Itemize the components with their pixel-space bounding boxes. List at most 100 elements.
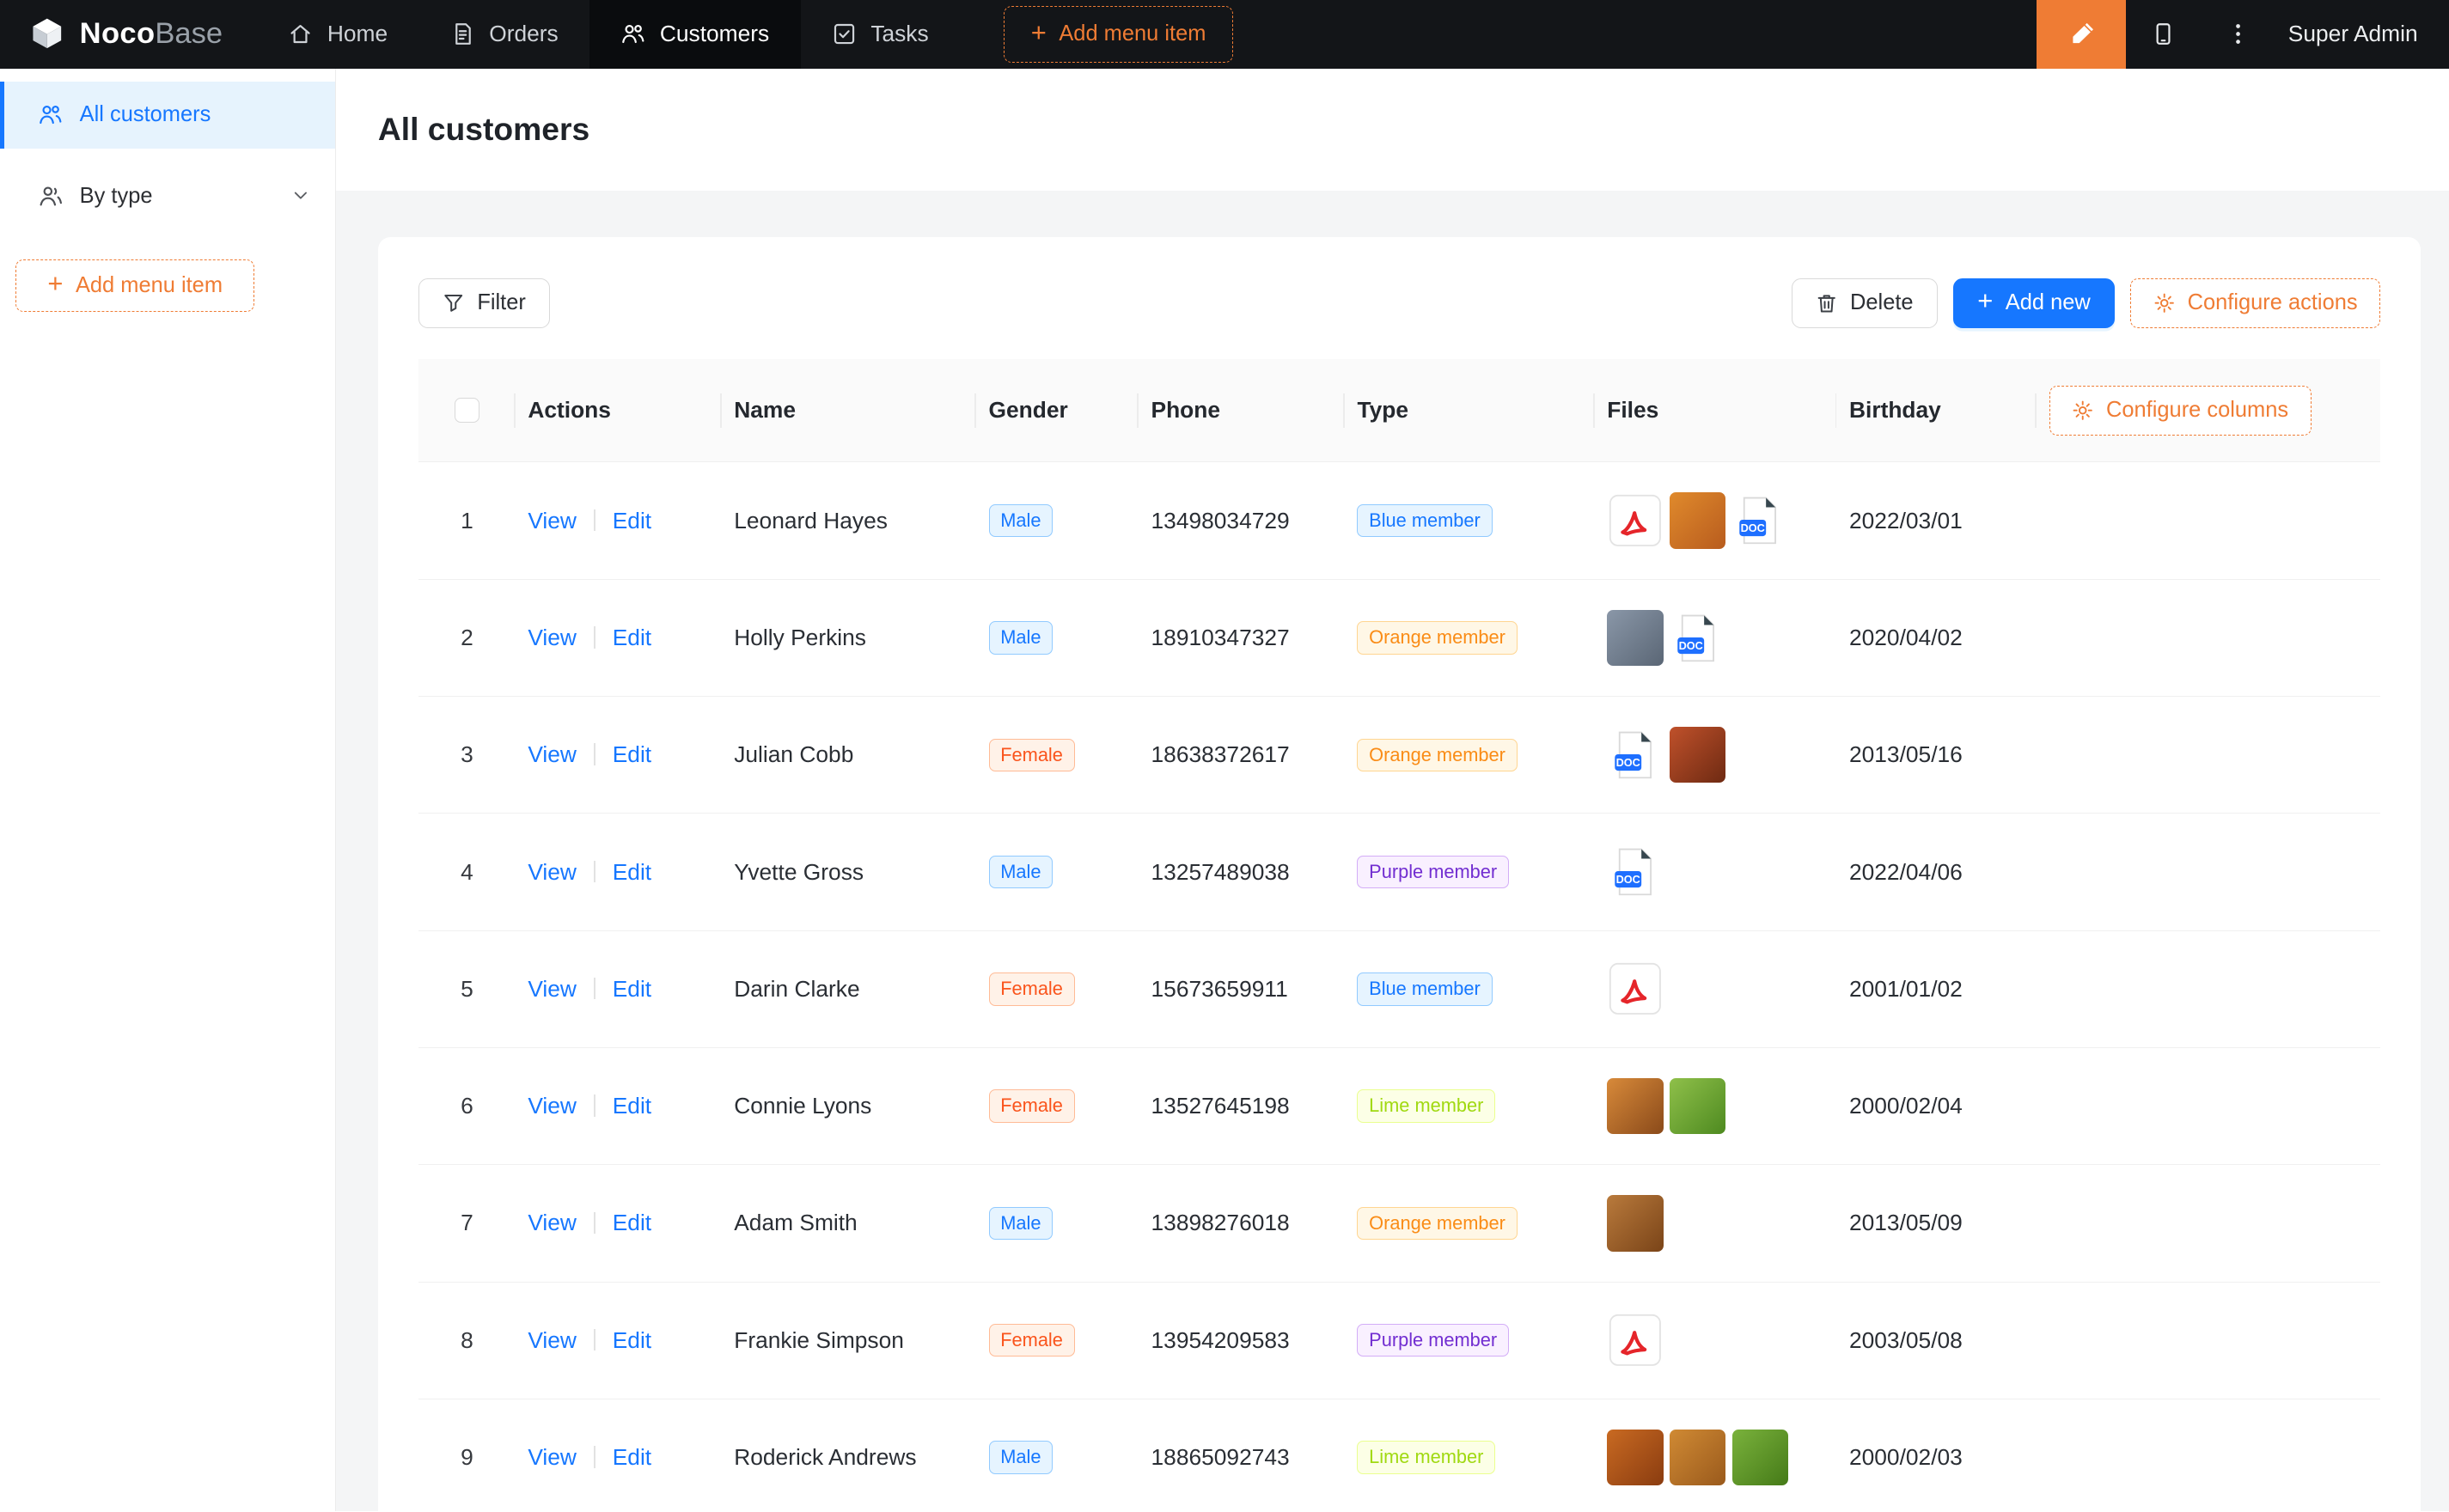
nav-item-home[interactable]: Home	[257, 0, 418, 69]
edit-link[interactable]: Edit	[613, 741, 651, 767]
phone-value: 13257489038	[1151, 859, 1290, 885]
sidebar: All customers By type + Add menu item	[0, 69, 336, 1511]
phone-value: 15673659911	[1151, 976, 1288, 1002]
customer-name: Frankie Simpson	[734, 1327, 904, 1353]
edit-link[interactable]: Edit	[613, 625, 651, 650]
edit-link[interactable]: Edit	[613, 1444, 651, 1470]
phone-value: 13954209583	[1151, 1327, 1290, 1353]
filter-icon	[443, 292, 464, 314]
phone-value: 18865092743	[1151, 1444, 1290, 1470]
gender-tag: Male	[989, 1441, 1053, 1473]
view-link[interactable]: View	[528, 508, 577, 533]
birthday-value: 2022/04/06	[1849, 859, 1963, 885]
table-row: 1 ViewEdit Leonard Hayes Male 1349803472…	[418, 462, 2380, 579]
image-thumbnail[interactable]	[1732, 1430, 1788, 1485]
birthday-value: 2000/02/03	[1849, 1444, 1963, 1470]
svg-text:DOC: DOC	[1678, 639, 1702, 652]
type-tag: Lime member	[1357, 1089, 1495, 1122]
gender-tag: Male	[989, 856, 1053, 888]
edit-link[interactable]: Edit	[613, 1093, 651, 1119]
doc-file-icon[interactable]: DOC	[1607, 727, 1663, 783]
image-thumbnail[interactable]	[1607, 610, 1663, 666]
column-header-type: Type	[1345, 359, 1595, 462]
vertical-ellipsis-icon	[2226, 21, 2251, 46]
select-all-checkbox[interactable]	[455, 398, 479, 423]
table-row: 7 ViewEdit Adam Smith Male 13898276018 O…	[418, 1165, 2380, 1282]
view-link[interactable]: View	[528, 1327, 577, 1353]
nav-item-orders[interactable]: Orders	[418, 0, 589, 69]
trash-icon	[1816, 292, 1837, 314]
add-menu-item-button[interactable]: + Add menu item	[1004, 6, 1233, 62]
orders-icon	[450, 21, 475, 46]
svg-text:DOC: DOC	[1741, 521, 1765, 534]
table-row: 5 ViewEdit Darin Clarke Female 156736599…	[418, 930, 2380, 1047]
edit-link[interactable]: Edit	[613, 859, 651, 885]
delete-button[interactable]: Delete	[1792, 278, 1938, 328]
type-tag: Orange member	[1357, 621, 1517, 654]
view-link[interactable]: View	[528, 859, 577, 885]
table-row: 6 ViewEdit Connie Lyons Female 135276451…	[418, 1048, 2380, 1165]
pdf-file-icon[interactable]	[1607, 961, 1663, 1017]
configure-columns-button[interactable]: Configure columns	[2049, 386, 2312, 436]
view-link[interactable]: View	[528, 976, 577, 1002]
sidebar-add-menu-item-button[interactable]: + Add menu item	[15, 259, 254, 313]
row-index: 9	[461, 1444, 473, 1470]
image-thumbnail[interactable]	[1670, 727, 1725, 783]
edit-link[interactable]: Edit	[613, 1210, 651, 1235]
mobile-preview-button[interactable]	[2126, 0, 2201, 69]
doc-file-icon[interactable]: DOC	[1670, 610, 1725, 666]
page-header: All customers	[336, 69, 2449, 191]
files-cell	[1607, 1078, 1824, 1134]
add-new-button[interactable]: + Add new	[1953, 278, 2115, 328]
phone-value: 13898276018	[1151, 1210, 1290, 1235]
image-thumbnail[interactable]	[1607, 1195, 1663, 1251]
top-navbar: NocoBase Home Orders Customers Tasks +	[0, 0, 2449, 69]
table-body: 1 ViewEdit Leonard Hayes Male 1349803472…	[418, 462, 2380, 1511]
sidebar-item-all-customers[interactable]: All customers	[0, 82, 335, 149]
nocobase-logo[interactable]: NocoBase	[0, 0, 257, 69]
view-link[interactable]: View	[528, 1210, 577, 1235]
action-divider	[594, 1329, 595, 1350]
filter-button[interactable]: Filter	[418, 278, 550, 328]
edit-link[interactable]: Edit	[613, 508, 651, 533]
view-link[interactable]: View	[528, 625, 577, 650]
type-tag: Orange member	[1357, 1207, 1517, 1240]
image-thumbnail[interactable]	[1607, 1430, 1663, 1485]
view-link[interactable]: View	[528, 1444, 577, 1470]
column-header-name: Name	[722, 359, 976, 462]
row-index: 8	[461, 1327, 473, 1353]
nav-item-label: Orders	[489, 21, 559, 47]
view-link[interactable]: View	[528, 1093, 577, 1119]
gender-tag: Female	[989, 972, 1075, 1005]
nav-item-label: Tasks	[870, 21, 928, 47]
row-index: 3	[461, 741, 473, 767]
files-cell: DOC	[1607, 727, 1824, 783]
image-thumbnail[interactable]	[1670, 1078, 1725, 1134]
configure-actions-button[interactable]: Configure actions	[2130, 278, 2380, 328]
tablet-icon	[2151, 21, 2176, 46]
doc-file-icon[interactable]: DOC	[1607, 844, 1663, 899]
image-thumbnail[interactable]	[1670, 1430, 1725, 1485]
ui-editor-button[interactable]	[2037, 0, 2126, 69]
svg-text:DOC: DOC	[1616, 873, 1640, 886]
pdf-file-icon[interactable]	[1607, 492, 1663, 548]
view-link[interactable]: View	[528, 741, 577, 767]
pdf-file-icon[interactable]	[1607, 1313, 1663, 1369]
customer-name: Julian Cobb	[734, 741, 853, 767]
edit-link[interactable]: Edit	[613, 1327, 651, 1353]
gender-tag: Female	[989, 739, 1075, 771]
customers-icon	[620, 21, 645, 46]
sidebar-item-by-type[interactable]: By type	[0, 162, 335, 229]
doc-file-icon[interactable]: DOC	[1732, 492, 1788, 548]
nav-item-tasks[interactable]: Tasks	[801, 0, 960, 69]
image-thumbnail[interactable]	[1607, 1078, 1663, 1134]
plus-icon: +	[1977, 288, 1993, 314]
more-menu-button[interactable]	[2201, 0, 2275, 69]
table-toolbar: Filter Delete + Add new	[418, 278, 2380, 328]
row-index: 6	[461, 1093, 473, 1119]
edit-link[interactable]: Edit	[613, 976, 651, 1002]
gender-tag: Female	[989, 1089, 1075, 1122]
user-menu[interactable]: Super Admin	[2288, 21, 2418, 47]
image-thumbnail[interactable]	[1670, 492, 1725, 548]
nav-item-customers[interactable]: Customers	[589, 0, 800, 69]
